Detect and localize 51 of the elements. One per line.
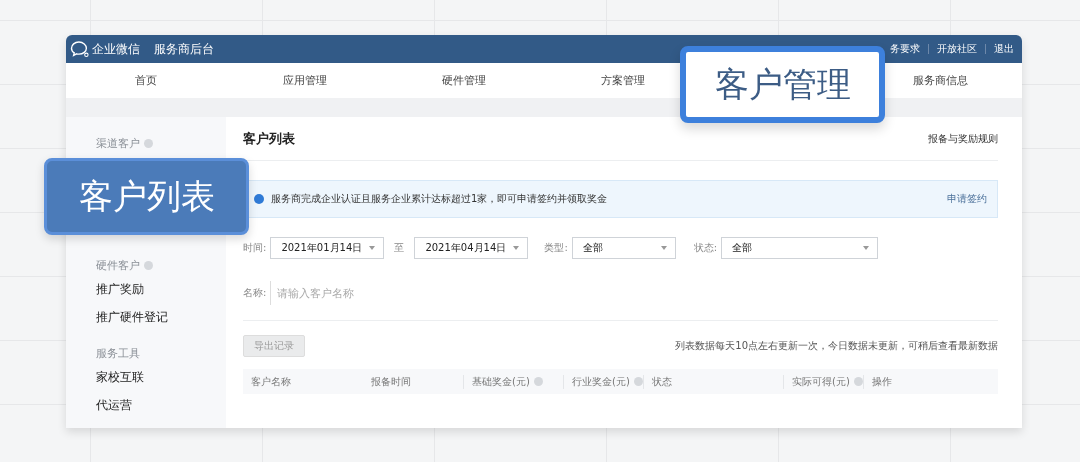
top-link[interactable]: 务要求 [890, 42, 920, 56]
top-link[interactable]: 退出 [994, 42, 1014, 56]
column-header: 实际可得(元) [792, 374, 850, 389]
page-title: 客户列表 [243, 129, 295, 148]
column-header: 报备时间 [371, 374, 411, 389]
filter-label: 名称: [243, 286, 267, 300]
caret-icon [863, 246, 870, 250]
dropdown[interactable]: 2021年01月14日 [270, 237, 385, 259]
dropdown[interactable]: 全部 [721, 237, 879, 259]
update-note: 列表数据每天10点左右更新一次，今日数据未更新，可稍后查看最新数据 [675, 339, 998, 353]
filter-label: 至 [394, 241, 405, 255]
sidebar-heading: 硬件客户 [96, 257, 140, 273]
info-icon [144, 138, 153, 148]
caret-icon [513, 246, 520, 250]
info-icon [254, 194, 264, 204]
sidebar-heading: 服务工具 [96, 345, 140, 361]
info-icon [633, 377, 643, 386]
info-icon [853, 377, 863, 386]
column-header: 操作 [872, 374, 892, 389]
sidebar-item[interactable]: 推广奖励 [96, 280, 144, 298]
notice-text: 服务商完成企业认证且服务企业累计达标超过1家，即可申请签约并领取奖金 [271, 192, 608, 206]
brand-name: 企业微信 [92, 40, 140, 58]
info-icon [144, 260, 153, 270]
column-header: 基础奖金(元) [472, 374, 530, 389]
dropdown[interactable]: 2021年04月14日 [414, 237, 529, 259]
callout-label: 客户管理 [680, 46, 885, 123]
chat-bubble-icon [70, 40, 90, 58]
sidebar-item[interactable]: 推广硬件登记 [96, 308, 168, 326]
filter-label: 时间: [243, 241, 267, 255]
filter-label: 状态: [693, 241, 718, 255]
column-header: 行业奖金(元) [572, 374, 630, 389]
apply-link[interactable]: 申请签约 [947, 192, 987, 206]
nav-tab[interactable]: 服务商信息 [913, 73, 968, 88]
sidebar-item[interactable]: 代运营 [96, 396, 132, 414]
rules-link[interactable]: 报备与奖励规则 [928, 131, 998, 146]
nav-tab[interactable]: 硬件管理 [441, 73, 486, 88]
dropdown[interactable]: 全部 [571, 237, 676, 259]
nav-tab[interactable]: 应用管理 [282, 73, 327, 88]
sidebar-heading: 渠道客户 [96, 135, 140, 151]
caret-icon [660, 246, 667, 250]
info-icon [533, 377, 543, 386]
sidebar-item[interactable]: 家校互联 [96, 368, 144, 386]
top-link[interactable]: 开放社区 [937, 42, 977, 56]
callout-label: 客户列表 [44, 158, 249, 235]
nav-tab[interactable]: 方案管理 [600, 73, 645, 88]
column-header: 状态 [652, 374, 672, 389]
portal-title: 服务商后台 [154, 40, 214, 58]
caret-icon [369, 246, 376, 250]
nav-tab[interactable]: 首页 [134, 73, 157, 88]
column-header: 客户名称 [251, 374, 291, 389]
filter-label: 类型: [544, 241, 568, 255]
